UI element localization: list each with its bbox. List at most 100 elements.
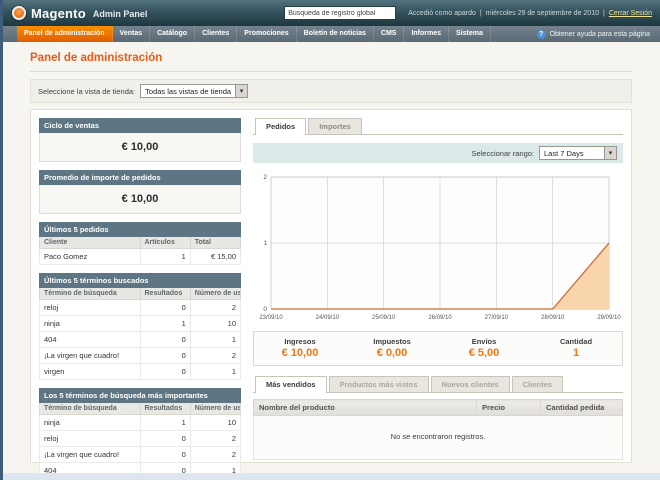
card-value: € 10,00 (39, 133, 241, 162)
total-label: Cantidad (559, 337, 593, 346)
current-date: miércoles 29 de septiembre de 2010 (485, 9, 599, 17)
table-cell: 0 (139, 446, 191, 463)
nav-item-bolet-n-de-noticias[interactable]: Boletín de noticias (297, 26, 374, 42)
store-view-label: Seleccione la vista de tienda: (38, 86, 136, 96)
orders-chart: 0 1 2 23/09/10 24/09/10 25/09/10 26/09/10 27/09… (259, 174, 621, 321)
x-axis-label: 25/09/10 (372, 315, 396, 321)
dashboard-panel: Ciclo de ventas € 10,00 Promedio de impo… (30, 109, 632, 480)
table-row[interactable]: virgen 0 1 (39, 363, 242, 380)
y-axis-label: 0 (263, 306, 267, 313)
table-cell: € 15,00 (189, 248, 242, 265)
card-title: Ciclo de ventas (39, 118, 241, 133)
nav-item-ventas[interactable]: Ventas (113, 26, 151, 42)
table-cell: 1 (189, 331, 242, 348)
table-row[interactable]: reloj 0 2 (39, 299, 242, 316)
tab-nuevos-clientes[interactable]: Nuevos clientes (430, 376, 510, 392)
help-link[interactable]: ? Obtener ayuda para esta página (536, 26, 660, 42)
last-search-terms-card: Últimos 5 términos buscados Término de b… (39, 273, 242, 380)
total-label: Envíos (471, 337, 497, 346)
table-cell: reloj (39, 430, 141, 447)
card-title: Últimos 5 pedidos (39, 222, 241, 237)
table-cell: Paco Gomez (39, 248, 141, 265)
table-header-row: Término de búsqueda Resultados Número de u… (39, 403, 242, 415)
tab-pedidos[interactable]: Pedidos (255, 118, 307, 135)
logo-text: Magento (31, 5, 86, 21)
table-cell: 0 (139, 299, 191, 316)
table-row[interactable]: reloj 0 2 (39, 430, 242, 447)
table-row[interactable]: 404 0 1 (39, 331, 242, 348)
last-orders-card: Últimos 5 pedidos Cliente Artículos Total P… (39, 222, 242, 265)
total-value: € 5,00 (468, 347, 500, 359)
tab-clientes[interactable]: Clientes (511, 376, 563, 392)
logout-link[interactable]: Cerrar Sesión (609, 10, 652, 17)
table-row[interactable]: ninja 1 10 (39, 414, 242, 431)
logged-in-as: Accedió como apardo (408, 9, 476, 17)
total-value: € 10,00 (281, 347, 319, 359)
page-content: Panel de administración Seleccione la vi… (0, 42, 660, 480)
tab-importes[interactable]: Importes (308, 118, 362, 134)
table-cell: ¡La virgen que cuadro! (39, 446, 141, 463)
sales-lifetime-card: Ciclo de ventas € 10,00 (39, 118, 241, 162)
column-header: Nombre del producto (253, 399, 477, 416)
data-table: Término de búsqueda Resultados Número de u… (39, 288, 242, 380)
global-search-input[interactable] (284, 6, 397, 20)
table-cell: 2 (189, 347, 242, 364)
range-label: Seleccionar rango: (471, 148, 534, 158)
data-table: Cliente Artículos Total Paco Gomez 1 € 15,00 (39, 237, 242, 265)
range-select[interactable]: Last 7 Days ▾ (539, 146, 617, 160)
x-axis-label: 26/09/10 (428, 315, 452, 321)
dashboard-right-column: Pedidos Importes Seleccionar rango: Last … (253, 118, 623, 460)
nav-item-promociones[interactable]: Promociones (237, 26, 297, 42)
card-title: Últimos 5 términos buscados (39, 273, 241, 288)
table-row[interactable]: ¡La virgen que cuadro! 0 2 (39, 347, 242, 364)
nav-item-panel-de-administraci-n[interactable]: Panel de administración (17, 26, 113, 42)
table-cell: 0 (139, 430, 191, 447)
dashboard-left-column: Ciclo de ventas € 10,00 Promedio de impo… (39, 118, 242, 480)
column-header: Resultados (139, 403, 191, 415)
average-orders-card: Promedio de importe de pedidos € 10,00 (39, 170, 241, 214)
nav-item-cms[interactable]: CMS (374, 26, 405, 42)
tab-m-s-vendidos[interactable]: Más vendidos (255, 376, 327, 393)
total-value: € 0,00 (376, 347, 408, 359)
store-view-select[interactable]: Todas las vistas de tienda ▾ (140, 84, 249, 98)
column-header: Cantidad pedida (540, 399, 623, 416)
top-terms-table-host: Término de búsqueda Resultados Número de u… (39, 403, 242, 480)
column-header: Término de búsqueda (39, 288, 141, 300)
x-axis-label: 27/09/10 (485, 315, 509, 321)
column-header: Número de usos (189, 288, 242, 300)
column-header: Resultados (139, 288, 191, 300)
table-cell: 404 (39, 331, 141, 348)
total-value: 1 (572, 347, 580, 359)
logo-subtitle: Admin Panel (92, 9, 148, 19)
table-cell: virgen (39, 363, 141, 380)
table-cell: ninja (39, 315, 141, 332)
left-edge-strip (0, 0, 3, 480)
x-axis-label: 28/09/10 (541, 315, 565, 321)
chart-tabs: Pedidos Importes (253, 118, 623, 135)
nav-item-sistema[interactable]: Sistema (449, 26, 491, 42)
table-cell: 10 (189, 315, 242, 332)
y-axis-label: 1 (263, 240, 267, 247)
table-row[interactable]: ninja 1 10 (39, 315, 242, 332)
nav-item-informes[interactable]: Informes (404, 26, 450, 42)
chevron-down-icon: ▾ (604, 147, 616, 159)
table-header-row: Término de búsqueda Resultados Número de u… (39, 288, 242, 300)
table-row[interactable]: ¡La virgen que cuadro! 0 2 (39, 446, 242, 463)
totals-bar: Ingresos € 10,00 Impuestos € 0,00 Envíos € 5,… (253, 331, 623, 366)
empty-message: No se encontraron registros. (253, 415, 623, 460)
column-header: Término de búsqueda (39, 403, 141, 415)
last-orders-table-host: Cliente Artículos Total Paco Gomez 1 € 15,00 (39, 237, 242, 265)
table-cell: 1 (189, 363, 242, 380)
help-label: Obtener ayuda para esta página (549, 30, 650, 38)
card-title: Los 5 términos de búsqueda más important… (39, 388, 241, 403)
nav-item-clientes[interactable]: Clientes (195, 26, 238, 42)
tab-productos-m-s-vistos[interactable]: Productos más vistos (328, 376, 429, 392)
x-axis-label: 23/09/10 (259, 315, 283, 321)
lists-tabs: Más vendidos Productos más vistos Nuevos c… (253, 376, 623, 393)
table-cell: 10 (189, 414, 242, 431)
table-row[interactable]: Paco Gomez 1 € 15,00 (39, 248, 242, 265)
range-value: Last 7 Days (544, 148, 584, 158)
table-cell: 0 (139, 363, 191, 380)
nav-item-cat-logo[interactable]: Catálogo (150, 26, 196, 42)
table-cell: 1 (139, 315, 191, 332)
